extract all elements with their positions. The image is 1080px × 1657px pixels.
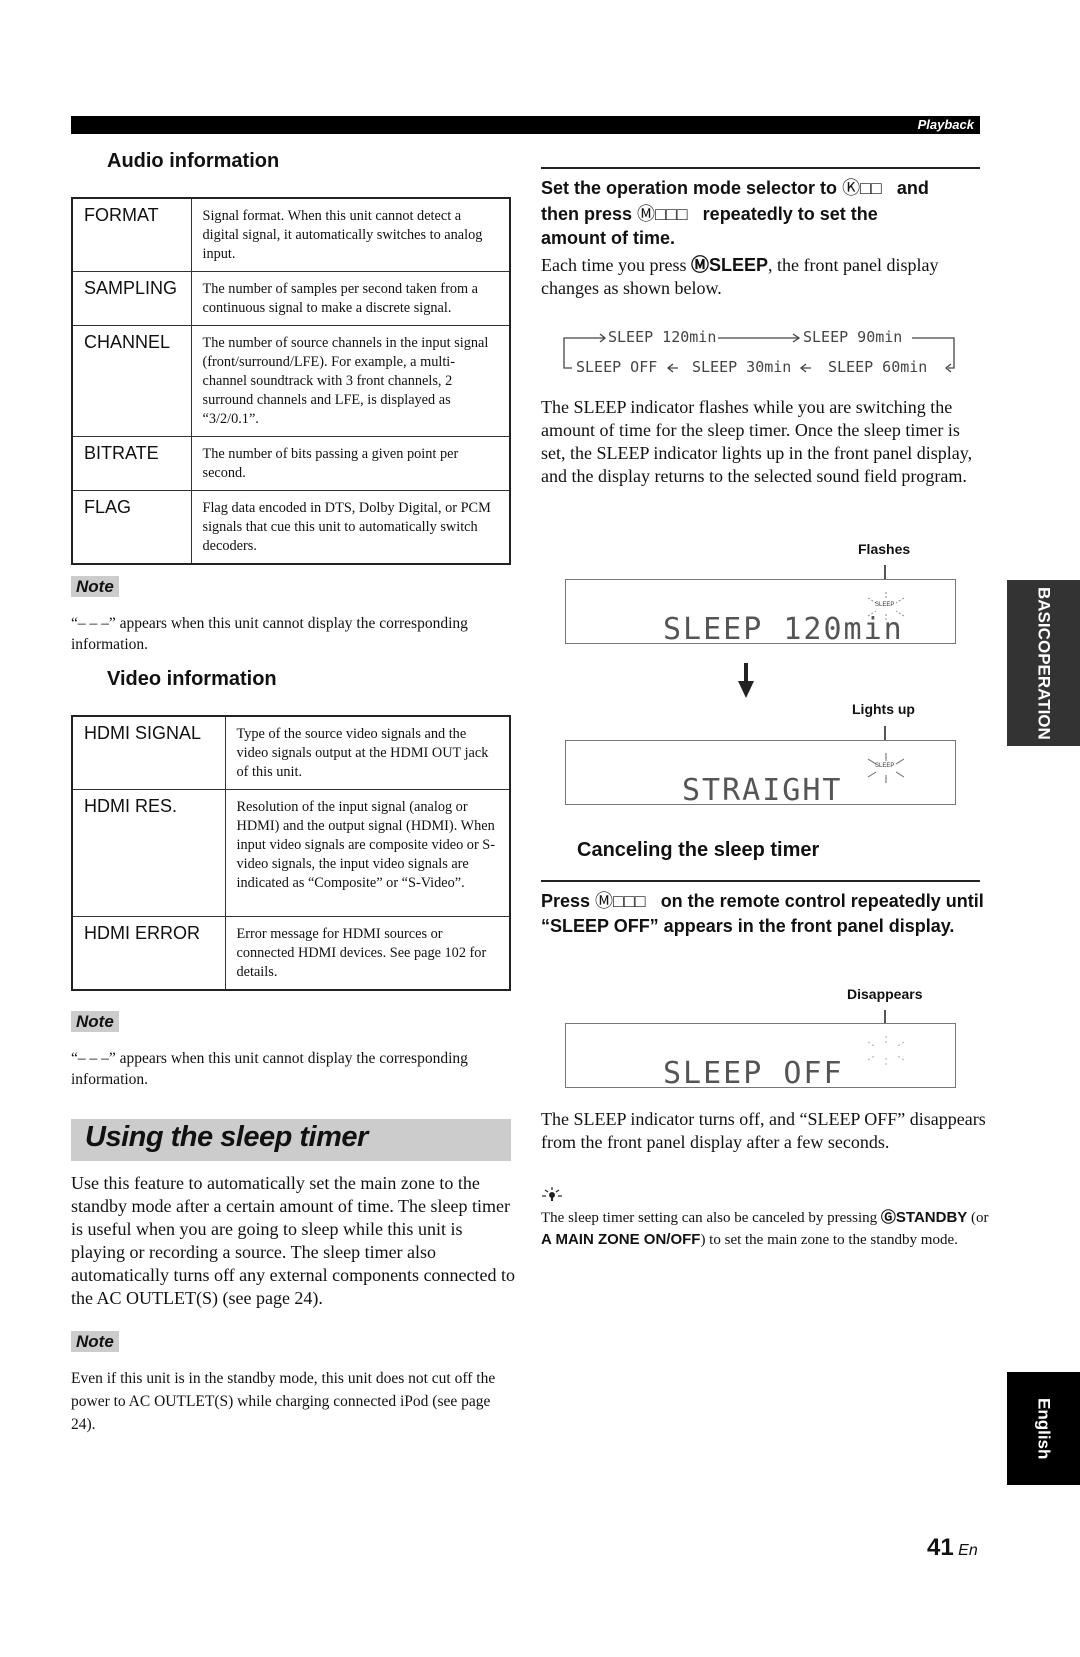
- video-note: Note: [71, 1011, 119, 1032]
- sleep-indicator-label: SLEEP: [875, 763, 895, 769]
- sleep-intro: Use this feature to automatically set th…: [71, 1173, 516, 1308]
- audio-note-text: “– – –” appears when this unit cannot di…: [71, 615, 468, 653]
- after-cancel-text: The SLEEP indicator turns off, and “SLEE…: [541, 1109, 986, 1152]
- video-info-table: HDMI SIGNAL Type of the source video sig…: [71, 715, 511, 991]
- sleep-indicator-label: SLEEP: [875, 602, 895, 608]
- section-header-bar: Playback: [71, 116, 980, 134]
- section-label: Playback: [917, 117, 974, 132]
- step-text: then press: [541, 204, 638, 224]
- sequence-step: SLEEP 90min: [803, 328, 903, 346]
- front-panel-display-1: SLEEP SLEEP 120min: [565, 579, 956, 647]
- sleep-timer-title: Using the sleep timer: [85, 1121, 368, 1153]
- sequence-step: SLEEP 60min: [828, 358, 928, 376]
- step-text: repeatedly to set the: [702, 204, 878, 224]
- row-desc: Signal format. When this unit cannot det…: [190, 197, 511, 272]
- row-key: HDMI SIGNAL: [71, 715, 226, 790]
- note-badge: Note: [71, 1011, 119, 1032]
- row-key: FORMAT: [71, 197, 192, 272]
- step-text: amount of time.: [541, 228, 675, 248]
- text: ) to set the main zone to the standby mo…: [700, 1232, 958, 1248]
- display-text: SLEEP OFF: [663, 1056, 844, 1091]
- front-panel-display-3: SLEEP OFF: [565, 1023, 956, 1091]
- cancel-heading: Canceling the sleep timer: [577, 839, 820, 861]
- tab-label-line: BASIC: [1034, 586, 1054, 640]
- tip-lightbulb-icon: [542, 1187, 562, 1201]
- table-row: HDMI ERROR Error message for HDMI source…: [71, 916, 511, 991]
- page-suffix: En: [958, 1542, 978, 1559]
- sequence-step: SLEEP 120min: [608, 328, 717, 346]
- page-number-value: 41: [927, 1534, 954, 1561]
- step-text: Set the operation mode selector to: [541, 178, 843, 198]
- sequence-step: SLEEP 30min: [692, 358, 792, 376]
- sleep-key-icon: Ⓜ□□□: [637, 204, 688, 224]
- step-text: Press: [541, 891, 596, 911]
- tab-label-line: English: [1034, 1397, 1054, 1460]
- note-badge: Note: [71, 1331, 119, 1352]
- text: Each time you press: [541, 255, 691, 275]
- table-row: FORMAT Signal format. When this unit can…: [71, 197, 511, 272]
- faded-rays-icon: [867, 1036, 905, 1066]
- row-key: HDMI ERROR: [71, 916, 226, 991]
- text: The sleep timer setting can also be canc…: [541, 1210, 881, 1226]
- operation-mode-key-icon: Ⓚ□□: [842, 178, 882, 198]
- sleep-sequence-diagram: SLEEP 120min SLEEP 90min SLEEP 60min SLE…: [560, 325, 960, 385]
- row-desc: Error message for HDMI sources or connec…: [224, 916, 511, 991]
- each-time-text: Each time you press ⓂSLEEP, the front pa…: [541, 254, 986, 300]
- down-arrow-icon: [738, 663, 754, 698]
- step-text: and: [896, 178, 929, 198]
- table-row: HDMI RES. Resolution of the input signal…: [71, 789, 511, 917]
- sleep-indicator-off: [866, 1036, 906, 1066]
- main-zone-key-label: A MAIN ZONE ON/OFF: [541, 1231, 701, 1248]
- row-key: HDMI RES.: [71, 789, 226, 917]
- row-key: FLAG: [71, 490, 192, 565]
- display-text: STRAIGHT: [682, 773, 843, 808]
- note-badge: Note: [71, 576, 119, 597]
- row-key: CHANNEL: [71, 325, 192, 437]
- audio-info-heading: Audio information: [107, 150, 280, 172]
- side-tab-basic-operation[interactable]: BASIC OPERATION: [1007, 580, 1080, 746]
- audio-note: Note: [71, 576, 119, 597]
- lights-up-callout: Lights up: [852, 701, 915, 717]
- table-row: CHANNEL The number of source channels in…: [71, 325, 511, 437]
- row-key: BITRATE: [71, 436, 192, 491]
- sleep-key-label: ⓂSLEEP: [690, 255, 768, 275]
- sleep-key-icon: Ⓜ□□□: [595, 891, 646, 911]
- video-info-heading: Video information: [107, 668, 277, 690]
- row-desc: The number of bits passing a given point…: [190, 436, 511, 491]
- sequence-step: SLEEP OFF: [576, 358, 658, 376]
- cancel-step: Press Ⓜ□□□ on the remote control repeate…: [541, 889, 986, 939]
- row-key: SAMPLING: [71, 271, 192, 326]
- front-panel-display-2: SLEEP STRAIGHT: [565, 740, 956, 808]
- row-desc: Type of the source video signals and the…: [224, 715, 511, 790]
- display-text: SLEEP 120min: [663, 612, 904, 647]
- row-desc: Resolution of the input signal (analog o…: [224, 789, 511, 917]
- indicator-text: The SLEEP indicator flashes while you ar…: [541, 397, 973, 486]
- table-row: BITRATE The number of bits passing a giv…: [71, 436, 511, 491]
- sleep-timer-title-bar: Using the sleep timer: [71, 1119, 511, 1161]
- step-rule: [541, 167, 980, 169]
- sleep-indicator-lit: SLEEP: [866, 753, 906, 783]
- table-row: FLAG Flag data encoded in DTS, Dolby Dig…: [71, 490, 511, 565]
- disappears-callout: Disappears: [847, 986, 923, 1002]
- row-desc: The number of source channels in the inp…: [190, 325, 511, 437]
- row-desc: Flag data encoded in DTS, Dolby Digital,…: [190, 490, 511, 565]
- step-instruction: Set the operation mode selector to Ⓚ□□ a…: [541, 175, 986, 249]
- audio-info-table: FORMAT Signal format. When this unit can…: [71, 197, 511, 565]
- standby-key-label: ⒼSTANDBY: [880, 1209, 968, 1226]
- tip-text: The sleep timer setting can also be canc…: [541, 1207, 991, 1251]
- step-rule: [541, 880, 980, 882]
- sleep-note-text: Even if this unit is in the standby mode…: [71, 1370, 496, 1433]
- video-note-text: “– – –” appears when this unit cannot di…: [71, 1050, 468, 1088]
- row-desc: The number of samples per second taken f…: [190, 271, 511, 326]
- side-tab-language[interactable]: English: [1007, 1372, 1080, 1485]
- sleep-note: Note: [71, 1331, 119, 1352]
- tab-label-line: OPERATION: [1034, 639, 1054, 740]
- text: (or: [967, 1210, 989, 1226]
- table-row: HDMI SIGNAL Type of the source video sig…: [71, 715, 511, 790]
- page-number: 41 En: [927, 1534, 978, 1562]
- table-row: SAMPLING The number of samples per secon…: [71, 271, 511, 326]
- flashes-callout: Flashes: [858, 541, 911, 557]
